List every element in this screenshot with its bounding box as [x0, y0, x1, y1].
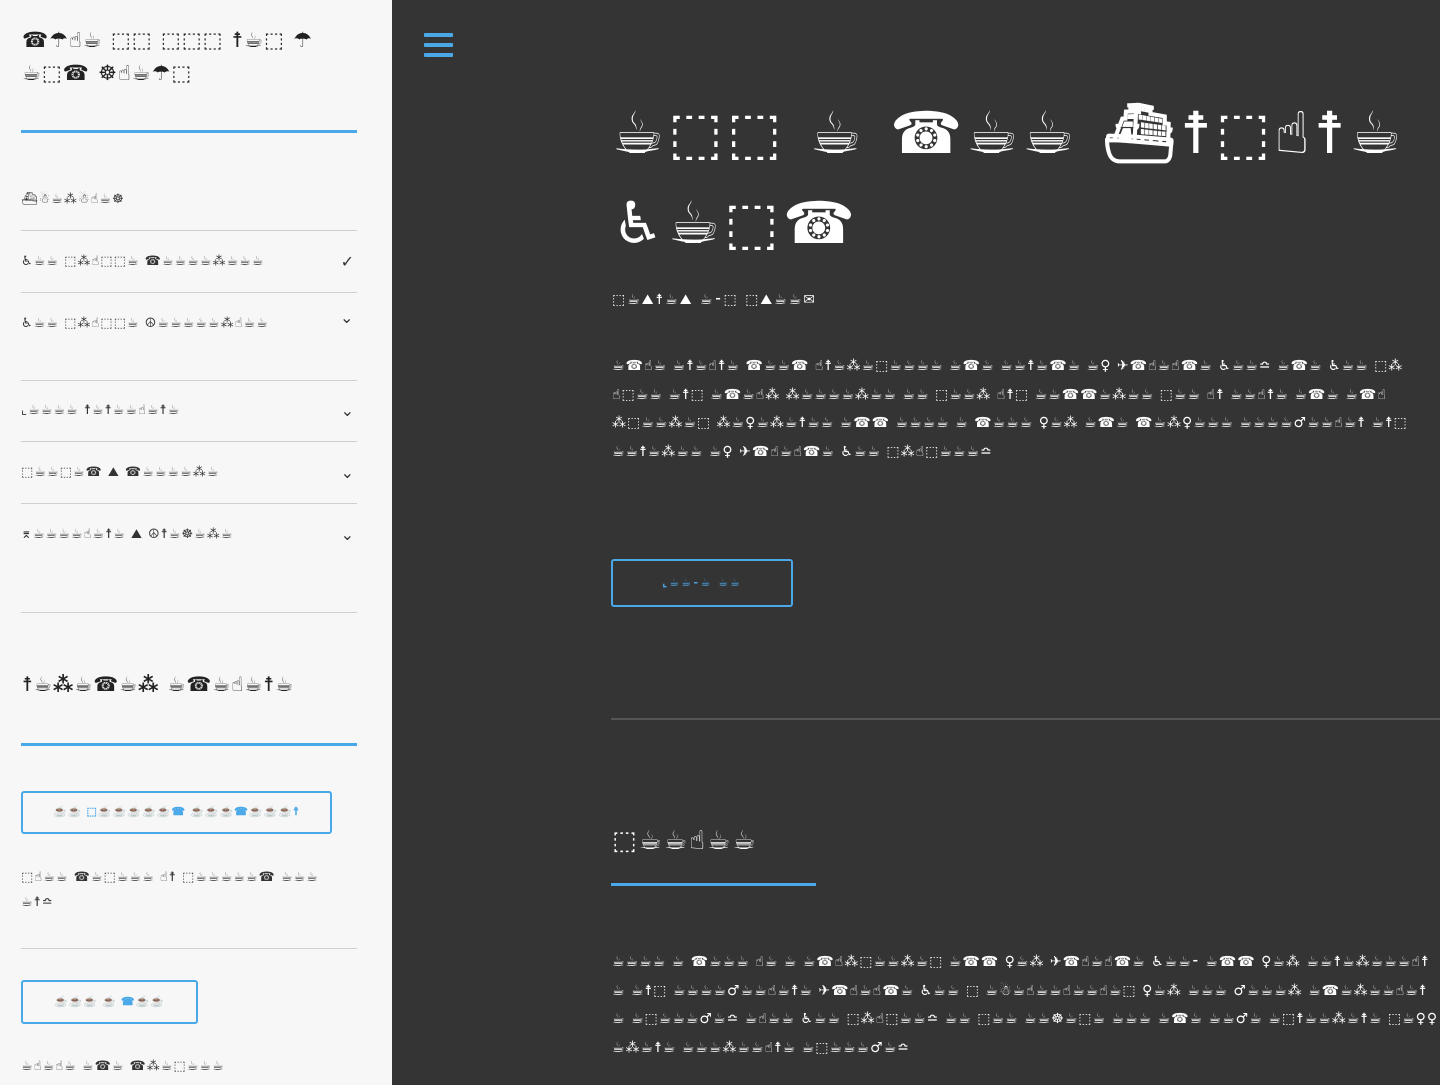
sidebar-nav-item[interactable]: ⌞☕☕☕☕ ☨☕☨☕☕☝☕☨☕ ⌄ [21, 398, 357, 423]
chevron-down-icon: ⌄ [340, 401, 355, 420]
sidebar-nav-item[interactable]: ⬚☕☕⬚☕☎ ⛰ ☎☕☕☕☕⁂☕ ⌄ [21, 460, 357, 485]
sidebar-title-underline [21, 130, 357, 133]
sidebar-subtitle: ☨☕⁂☕☎☕⁂ ☕☎☕☝☕☨☕ [22, 672, 295, 696]
sidebar-nav-item-label: ⌞☕☕☕☕ ☨☕☨☕☕☝☕☨☕ [21, 403, 181, 418]
hamburger-menu-icon[interactable] [424, 33, 453, 59]
sidebar-nav-item-label: ⬚☕☕⬚☕☎ ⛰ ☎☕☕☕☕⁂☕ [21, 465, 220, 480]
hero-title: ☕⬚⬚ ☕ ☎☕☕ ⛴☨⬚☝☨☕ ♿☕⬚☎ [612, 99, 1406, 257]
sidebar-divider [21, 503, 357, 504]
sidebar-description: ⬚☝☕☕ ☎☕⬚☕☕☕ ☝☨ ⬚☕☕☕☕☕☎ ☕☕☕☕☨≏ [21, 870, 319, 910]
hero-button[interactable]: ⌞☕☕⁃☕ ☕☕ [611, 559, 793, 607]
menu-bar [424, 53, 453, 57]
sidebar-secondary-button[interactable]: ☕☕☕ ☕ ☎☕☕ [21, 980, 198, 1024]
check-icon: ✓ [340, 252, 355, 271]
sidebar-divider [21, 380, 357, 381]
hero-body: ☕☎☝☕ ☕☨☕☝☨☕ ☎☕☕☎ ☝☨☕⁂☕⬚☕☕☕☕ ☕☎☕ ☕☕☨☕☎☕ ☕… [612, 358, 1408, 460]
menu-bar [424, 43, 453, 47]
hero-subtitle: ⬚☕⛰☨☕⛰ ☕⁃⬚ ⬚⛰☕☕✉ [612, 292, 817, 308]
sidebar-nav-item[interactable]: ⛴☃☕⁂☃☝☕☸ [21, 187, 357, 212]
sidebar-divider [21, 948, 357, 949]
chevron-down-icon: ⌄ [340, 525, 355, 544]
sidebar-divider [21, 230, 357, 231]
sidebar-nav-item[interactable]: ♿☕☕ ⬚⁂☝⬚⬚☕ ☎☕☕☕☕⁂☕☕☕ ✓ [21, 249, 357, 274]
sidebar-nav-item[interactable]: ⌆☕☕☕☕☝☕☨☕ ⛰ ☮☨☕☸☕⁂☕ ⌄ [21, 522, 357, 547]
sidebar-nav-item-label: ⛴☃☕⁂☃☝☕☸ [21, 192, 125, 207]
sidebar: ☎☂☝☕ ⬚⬚ ⬚⬚⬚ ☨☕⬚ ☂☕⬚☎ ☸☝☕☂⬚ ⛴☃☕⁂☃☝☕☸ ♿☕☕ … [0, 0, 392, 1085]
sidebar-nav-item-label: ♿☕☕ ⬚⁂☝⬚⬚☕ ☎☕☕☕☕⁂☕☕☕ [21, 254, 265, 269]
sidebar-subtitle-underline [21, 743, 357, 746]
sidebar-nav-item-label: ♿☕☕ ⬚⁂☝⬚⬚☕ ☮☕☕☕☕☕⁂☝☕☕ [21, 316, 269, 331]
sidebar-title: ☎☂☝☕ ⬚⬚ ⬚⬚⬚ ☨☕⬚ ☂☕⬚☎ ☸☝☕☂⬚ [22, 28, 313, 85]
section-title-underline [611, 883, 816, 886]
chevron-down-icon: ⌄ [340, 463, 355, 482]
sidebar-divider [21, 292, 357, 293]
sidebar-divider [21, 441, 357, 442]
section-title: ⬚☕☕☝☕☕ [612, 826, 758, 856]
section-body: ☕☕☕☕ ☕ ☎☕☕☕ ☝☕ ☕ ☕☎☝⁂⬚☕☕⁂☕⬚ ☕☎☎ ♀☕⁂ ✈☎☝☕… [612, 954, 1439, 1056]
menu-bar [424, 33, 453, 37]
sidebar-nav-item-label: ⌆☕☕☕☕☝☕☨☕ ⛰ ☮☨☕☸☕⁂☕ [21, 527, 234, 542]
sidebar-primary-button[interactable]: ☕☕ ⬚☕☕☕☕☕☎ ☕☕☕☎☕☕☕☨ [21, 791, 332, 834]
sidebar-nav-item[interactable]: ♿☕☕ ⬚⁂☝⬚⬚☕ ☮☕☕☕☕☕⁂☝☕☕ [21, 311, 331, 336]
sidebar-footer-text: ☕☝☕☝☕ ☕☎☕ ☎⁂☕⬚☕☕☕ [21, 1059, 225, 1074]
sidebar-divider [21, 612, 357, 613]
section-divider [611, 718, 1440, 720]
chevron-down-icon[interactable]: ⌄ [340, 308, 353, 327]
